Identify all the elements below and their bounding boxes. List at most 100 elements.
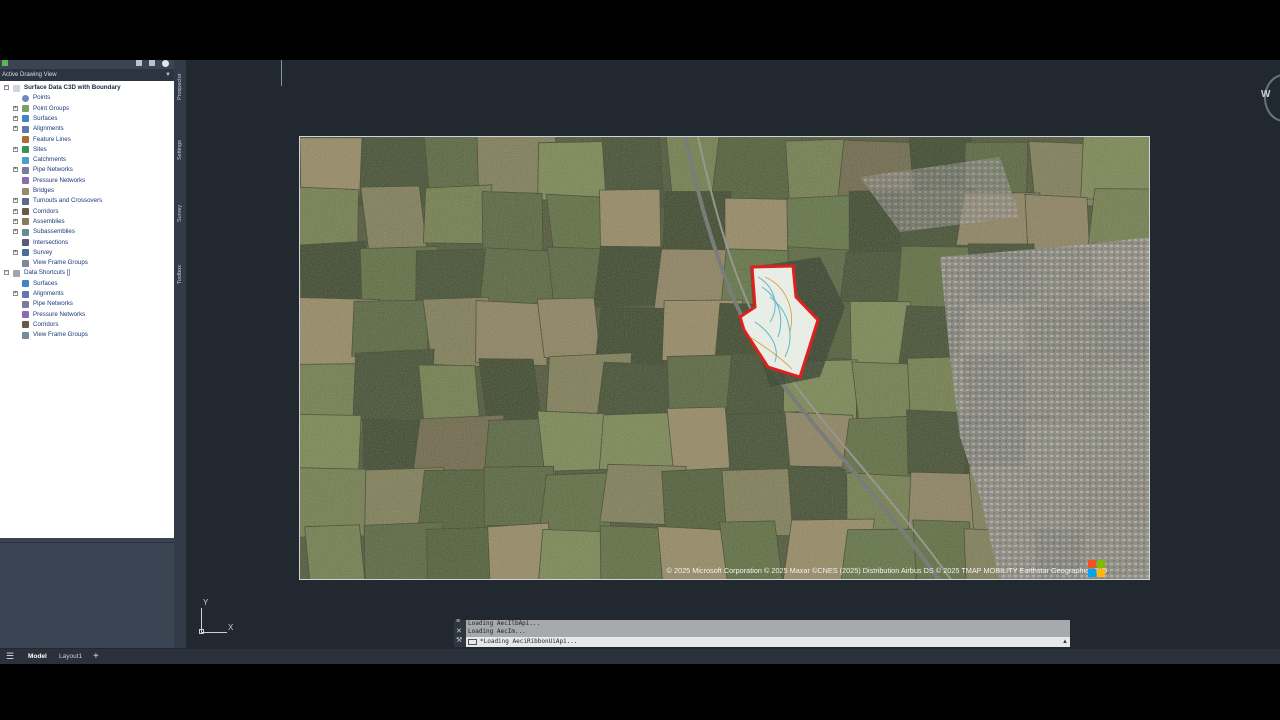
tree-item[interactable]: + Turnouts and Crossovers bbox=[0, 196, 174, 206]
surfaces-icon bbox=[22, 115, 29, 123]
tree-item-label: Point Groups bbox=[33, 104, 70, 112]
tree-item[interactable]: − Data Shortcuts [] bbox=[0, 268, 174, 278]
tree-item[interactable]: View Frame Groups bbox=[0, 330, 174, 340]
side-tab-toolbox[interactable]: Toolbox bbox=[174, 265, 186, 340]
side-tab-label: Toolbox bbox=[177, 265, 183, 284]
tree-item-label: Points bbox=[33, 94, 51, 102]
pipe-networks-icon bbox=[22, 300, 29, 308]
tree-item-label: Corridors bbox=[33, 320, 59, 328]
tree-item[interactable]: Pressure Networks bbox=[0, 176, 174, 186]
corridors-icon bbox=[22, 321, 29, 329]
command-input[interactable]: *Loading AeciRibbonUiApi... ▲ bbox=[466, 637, 1070, 647]
expand-icon[interactable]: + bbox=[13, 105, 18, 111]
tree-item-label: Sites bbox=[33, 145, 47, 153]
map-attribution: © 2025 Microsoft Corporation © 2025 Maxa… bbox=[666, 566, 1107, 575]
tree-item[interactable]: Bridges bbox=[0, 186, 174, 196]
tree-item-label: Pipe Networks bbox=[33, 300, 73, 308]
side-tab-label: Settings bbox=[177, 140, 183, 160]
crosshair-cursor bbox=[281, 60, 282, 86]
expand-icon[interactable]: + bbox=[13, 229, 18, 235]
expand-icon[interactable]: + bbox=[13, 167, 18, 173]
expand-icon[interactable]: + bbox=[13, 218, 18, 224]
logo-square bbox=[1088, 569, 1096, 577]
grip-icon[interactable]: ≡ bbox=[456, 618, 460, 625]
toolspace-app-icon bbox=[2, 60, 8, 66]
tree-item[interactable]: Points bbox=[0, 93, 174, 103]
side-tab-label: Survey bbox=[177, 204, 183, 222]
tree-item-label: Alignments bbox=[33, 125, 64, 133]
tree-item-label: Bridges bbox=[33, 187, 54, 194]
tree-item[interactable]: + Surfaces bbox=[0, 114, 174, 124]
tree-item-label: Intersections bbox=[33, 238, 69, 246]
close-icon[interactable]: ✕ bbox=[456, 627, 462, 635]
subassemblies-icon bbox=[22, 228, 29, 236]
chevron-down-icon[interactable]: ▼ bbox=[165, 69, 171, 81]
tree-item[interactable]: Intersections bbox=[0, 238, 174, 248]
command-input-text[interactable]: *Loading AeciRibbonUiApi... bbox=[480, 637, 578, 647]
tree-item[interactable]: Pipe Networks bbox=[0, 299, 174, 309]
expand-icon[interactable]: + bbox=[13, 249, 18, 255]
bridges-icon bbox=[22, 187, 29, 195]
aerial-map-viewport[interactable]: © 2025 Microsoft Corporation © 2025 Maxa… bbox=[299, 136, 1150, 580]
chevron-up-icon[interactable]: ▲ bbox=[1062, 637, 1068, 647]
collapse-icon[interactable]: − bbox=[4, 270, 9, 276]
tree-item-label: View Frame Groups bbox=[33, 259, 88, 267]
ucs-origin-box bbox=[199, 629, 204, 634]
tree-item[interactable]: View Frame Groups bbox=[0, 258, 174, 268]
tree-item[interactable]: Feature Lines bbox=[0, 135, 174, 145]
tab-layout1[interactable]: Layout1 bbox=[59, 649, 82, 664]
ucs-icon: Y X bbox=[196, 594, 246, 640]
tree-item[interactable]: + Corridors bbox=[0, 207, 174, 217]
tree-item[interactable]: + Pipe Networks bbox=[0, 165, 174, 175]
wrench-icon[interactable]: ⚒ bbox=[456, 636, 462, 644]
status-bar: ☰ Model Layout1 + bbox=[0, 649, 1280, 664]
tree-item[interactable]: Pressure Networks bbox=[0, 310, 174, 320]
catchments-icon bbox=[22, 156, 29, 164]
tab-model[interactable]: Model bbox=[28, 649, 47, 664]
prospector-tree: − Surface Data C3D with Boundary Points + Po… bbox=[0, 81, 174, 538]
collapse-icon[interactable]: − bbox=[4, 85, 9, 90]
sites-icon bbox=[22, 146, 29, 154]
command-line-grip[interactable]: ≡ ✕ ⚒ bbox=[454, 618, 466, 647]
tree-item[interactable]: + Survey bbox=[0, 248, 174, 258]
expand-icon[interactable]: + bbox=[13, 126, 18, 132]
plus-icon[interactable]: + bbox=[93, 649, 99, 664]
viewcube-west-label[interactable]: W bbox=[1261, 89, 1270, 100]
tree-item-label: Turnouts and Crossovers bbox=[33, 197, 103, 205]
command-prompt-icon bbox=[468, 639, 477, 645]
tree-item-label: Assemblies bbox=[33, 217, 65, 225]
toolspace-item-view-icon[interactable] bbox=[136, 60, 142, 66]
view-selector-dropdown[interactable]: Active Drawing View ▼ bbox=[0, 69, 174, 81]
expand-icon[interactable]: + bbox=[13, 198, 18, 204]
tree-item[interactable]: Corridors bbox=[0, 320, 174, 330]
toolspace-list-view-icon[interactable] bbox=[149, 60, 155, 66]
tree-item-label: Surface Data C3D with Boundary bbox=[24, 84, 121, 91]
drawing-icon bbox=[13, 84, 20, 92]
expand-icon[interactable]: + bbox=[13, 115, 18, 121]
tree-item[interactable]: Surfaces bbox=[0, 279, 174, 289]
pipe-networks-icon bbox=[22, 166, 29, 174]
pressure-networks-icon bbox=[22, 311, 29, 319]
tree-item-label: Catchments bbox=[33, 156, 67, 164]
command-line-window[interactable]: ≡ ✕ ⚒ Loading AecIlbApi... Loading AecIm… bbox=[454, 618, 1070, 647]
tree-item[interactable]: + Assemblies bbox=[0, 217, 174, 227]
expand-icon[interactable]: + bbox=[13, 208, 18, 214]
pressure-networks-icon bbox=[22, 177, 29, 185]
civil3d-window: Active Drawing View ▼ − Surface Data C3D … bbox=[0, 60, 1280, 664]
logo-square bbox=[1088, 560, 1096, 568]
tree-item[interactable]: + Alignments bbox=[0, 289, 174, 299]
expand-icon[interactable]: + bbox=[13, 291, 18, 296]
tree-item[interactable]: − Surface Data C3D with Boundary bbox=[0, 83, 174, 93]
hamburger-icon[interactable]: ☰ bbox=[6, 649, 14, 664]
tree-item[interactable]: + Alignments bbox=[0, 124, 174, 134]
tree-item-label: Pressure Networks bbox=[33, 310, 86, 318]
expand-icon[interactable]: + bbox=[13, 146, 18, 152]
command-history: Loading AecIlbApi... Loading AecIm... bbox=[466, 620, 1070, 637]
tree-item[interactable]: + Subassemblies bbox=[0, 227, 174, 237]
tree-item[interactable]: + Point Groups bbox=[0, 104, 174, 114]
feature-lines-icon bbox=[22, 136, 29, 143]
help-icon[interactable] bbox=[162, 60, 169, 67]
tree-item[interactable]: + Sites bbox=[0, 145, 174, 155]
tree-item[interactable]: Catchments bbox=[0, 155, 174, 165]
logo-square bbox=[1097, 569, 1105, 577]
